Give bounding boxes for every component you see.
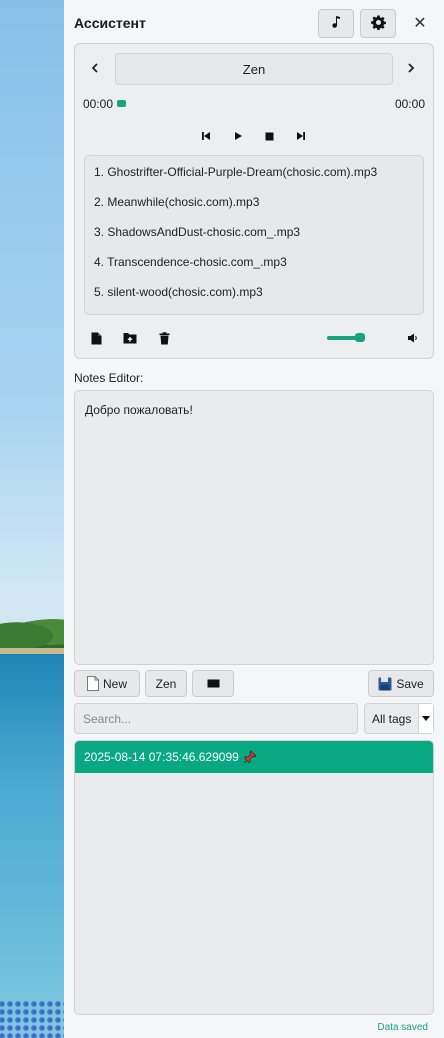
- add-folder-button[interactable]: [122, 330, 138, 346]
- music-player: Zen 00:00 00:00 1. Ghostrifter-Official-…: [74, 43, 434, 359]
- chevron-left-icon: [91, 63, 98, 73]
- skip-next-icon: [297, 132, 305, 140]
- assistant-panel: Ассистент ✕ Zen 00:00 00:00 1. Ghostrift…: [64, 0, 444, 1038]
- volume-slider[interactable]: [327, 333, 365, 342]
- settings-button[interactable]: [360, 9, 396, 38]
- notes-content[interactable]: Добро пожаловать!: [85, 403, 193, 417]
- music-note-icon: [330, 15, 342, 32]
- background-shore: [0, 648, 64, 654]
- dropdown-arrow-button[interactable]: [418, 704, 433, 733]
- volume-button[interactable]: [404, 330, 420, 346]
- next-station-button[interactable]: [401, 58, 421, 78]
- music-button[interactable]: [318, 9, 354, 38]
- trash-icon: [159, 331, 169, 344]
- panel-title: Ассистент: [74, 15, 146, 31]
- display-mode-button[interactable]: [192, 670, 234, 697]
- floppy-disk-icon: [378, 677, 392, 690]
- gear-icon: [370, 14, 386, 33]
- pushpin-icon: [243, 750, 257, 764]
- screen-icon: [207, 679, 219, 688]
- search-input[interactable]: [74, 703, 358, 734]
- playlist-item[interactable]: 5. silent-wood(chosic.com).mp3: [85, 277, 423, 307]
- playlist: 1. Ghostrifter-Official-Purple-Dream(cho…: [84, 155, 424, 315]
- playlist-item[interactable]: 2. Meanwhile(chosic.com).mp3: [85, 187, 423, 217]
- playlist-item[interactable]: 3. ShadowsAndDust-chosic.com_.mp3: [85, 217, 423, 247]
- total-time: 00:00: [394, 97, 425, 111]
- delete-track-button[interactable]: [156, 330, 172, 346]
- new-note-button[interactable]: New: [74, 670, 140, 697]
- previous-track-button[interactable]: [197, 127, 215, 145]
- stop-icon: [265, 132, 273, 140]
- chevron-right-icon: [408, 63, 415, 73]
- playlist-item[interactable]: 4. Transcendence-chosic.com_.mp3: [85, 247, 423, 277]
- play-button[interactable]: [229, 127, 247, 145]
- playlist-item[interactable]: 1. Ghostrifter-Official-Purple-Dream(cho…: [85, 157, 423, 187]
- current-time: 00:00: [83, 97, 114, 111]
- seek-slider-handle[interactable]: [117, 100, 126, 107]
- desktop-background: [0, 0, 64, 1038]
- skip-previous-icon: [202, 132, 210, 140]
- station-selector[interactable]: Zen: [115, 53, 393, 85]
- next-track-button[interactable]: [292, 127, 310, 145]
- zen-label: Zen: [155, 676, 177, 691]
- new-note-label: New: [102, 676, 127, 691]
- notes-editor-label: Notes Editor:: [74, 371, 144, 385]
- add-file-button[interactable]: [88, 330, 104, 346]
- save-label: Save: [396, 676, 424, 691]
- play-icon: [235, 132, 242, 140]
- zen-button[interactable]: Zen: [145, 670, 187, 697]
- folder-add-icon: [123, 333, 137, 344]
- close-icon: ✕: [413, 15, 427, 32]
- save-button[interactable]: Save: [368, 670, 434, 697]
- volume-slider-handle[interactable]: [355, 333, 365, 342]
- tags-dropdown[interactable]: All tags: [364, 703, 434, 734]
- stop-button[interactable]: [260, 127, 278, 145]
- notes-editor[interactable]: Добро пожаловать!: [74, 390, 434, 665]
- file-icon: [91, 332, 101, 344]
- close-button[interactable]: ✕: [407, 11, 433, 35]
- background-coral: [0, 1000, 64, 1038]
- note-timestamp: 2025-08-14 07:35:46.629099: [84, 750, 239, 764]
- chevron-down-icon: [422, 715, 430, 721]
- list-item[interactable]: 2025-08-14 07:35:46.629099: [75, 741, 433, 773]
- tags-selected-value: All tags: [372, 711, 412, 726]
- blank-page-icon: [86, 676, 99, 691]
- previous-station-button[interactable]: [85, 58, 105, 78]
- background-trees: [0, 612, 64, 652]
- speaker-icon: [407, 333, 417, 343]
- notes-list: 2025-08-14 07:35:46.629099: [74, 740, 434, 1015]
- status-message: Data saved: [377, 1022, 428, 1033]
